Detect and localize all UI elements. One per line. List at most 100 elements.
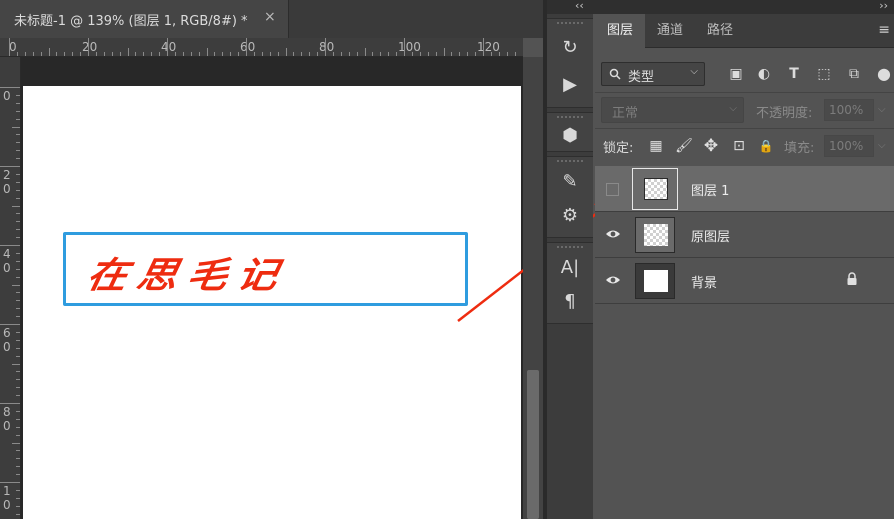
document-page[interactable]: 在思毛记	[23, 86, 521, 519]
ruler-tick	[16, 410, 20, 412]
layer-row-background[interactable]: 背景	[595, 258, 894, 304]
ruler-tick	[16, 489, 20, 491]
ruler-tick	[16, 181, 20, 183]
grip-handle[interactable]	[557, 246, 583, 252]
expand-panels-icon[interactable]: ››	[879, 0, 888, 12]
ruler-label: 20	[3, 168, 11, 196]
fill-field[interactable]: 100%	[824, 135, 874, 157]
ruler-tick	[16, 450, 20, 452]
ruler-tick	[182, 52, 184, 56]
chevron-down-icon[interactable]: ⌵	[878, 140, 886, 151]
close-tab-icon[interactable]: ×	[264, 9, 276, 25]
smart-object-filter-icon[interactable]: ⧉	[843, 64, 865, 84]
panel-menu-icon[interactable]: ≡	[878, 22, 890, 38]
ruler-tick	[459, 52, 461, 56]
panel-icon-strip: ↻ ▶ ⬢ ✎ ⚙ A| ¶	[547, 14, 593, 519]
ruler-tick	[24, 52, 26, 56]
image-filter-icon[interactable]: ▣	[725, 64, 747, 84]
adjust-sliders-icon[interactable]: ⚙	[555, 201, 585, 229]
layer-filter-row: 类型 ⌵ ▣ ◐ T ⬚ ⧉ ●	[595, 48, 894, 90]
ruler-tick	[16, 229, 20, 231]
ruler-label: 10	[3, 484, 11, 512]
tab-paths[interactable]: 路径	[695, 14, 745, 48]
ruler-tick	[0, 245, 20, 246]
ruler-label: 120	[477, 40, 500, 54]
collapse-panels-icon[interactable]: ‹‹	[575, 0, 584, 12]
hidden-visibility-box	[606, 183, 619, 196]
lock-paint-icon[interactable]: 🖌	[673, 135, 695, 157]
horizontal-ruler[interactable]: 0 20 40 60 80 100 120	[0, 38, 523, 57]
filter-toggle-icon[interactable]: ●	[877, 64, 891, 84]
ruler-tick	[16, 458, 20, 460]
lock-all-icon[interactable]: 🔒	[755, 135, 777, 157]
ruler-tick	[40, 52, 42, 56]
divider	[595, 92, 894, 93]
ruler-tick	[261, 52, 263, 56]
ruler-tick	[56, 52, 58, 56]
ruler-tick	[16, 474, 20, 476]
ruler-tick	[238, 52, 240, 56]
type-filter-icon[interactable]: T	[783, 64, 805, 84]
ruler-tick	[16, 134, 20, 136]
tool-group: ⬢	[547, 112, 593, 152]
lock-transparent-icon[interactable]: ▦	[645, 135, 667, 157]
vertical-scrollbar[interactable]	[523, 57, 543, 519]
canvas-area[interactable]: 在思毛记	[21, 57, 523, 519]
layer-thumbnail[interactable]	[635, 263, 675, 299]
opacity-field[interactable]: 100%	[824, 99, 874, 121]
layer-name[interactable]: 图层 1	[691, 180, 729, 199]
layer-thumbnail[interactable]	[635, 171, 675, 207]
ruler-tick	[16, 118, 20, 120]
3d-cube-icon[interactable]: ⬢	[555, 121, 585, 149]
layer-name[interactable]: 背景	[691, 272, 717, 291]
ruler-tick	[16, 292, 20, 294]
ruler-tick	[467, 52, 469, 56]
ruler-tick	[317, 52, 319, 56]
tab-layers[interactable]: 图层	[595, 14, 645, 48]
ruler-tick	[16, 150, 20, 152]
ruler-tick	[119, 52, 121, 56]
ruler-tick	[277, 52, 279, 56]
paragraph-icon[interactable]: ¶	[555, 287, 585, 315]
grip-handle[interactable]	[557, 22, 583, 28]
history-icon[interactable]: ↻	[555, 33, 585, 61]
chevron-down-icon[interactable]: ⌵	[878, 104, 886, 115]
document-tab[interactable]: 未标题-1 @ 139% (图层 1, RGB/8#) * ×	[0, 0, 289, 38]
play-action-icon[interactable]: ▶	[555, 70, 585, 98]
tab-channels[interactable]: 通道	[645, 14, 695, 48]
ruler-tick	[356, 52, 358, 56]
grip-handle[interactable]	[557, 160, 583, 166]
layer-row-layer1[interactable]: 图层 1	[595, 166, 894, 212]
ruler-tick	[325, 38, 326, 56]
selected-layer-bounds[interactable]: 在思毛记	[63, 232, 468, 306]
layer-name[interactable]: 原图层	[691, 226, 730, 245]
chevron-down-icon: ⌵	[690, 66, 698, 77]
ruler-tick	[95, 52, 97, 56]
ruler-tick	[404, 38, 405, 56]
ruler-tick	[16, 331, 20, 333]
vertical-ruler[interactable]: 0 20 40 60 80 10	[0, 57, 21, 519]
lock-artboard-icon[interactable]: ⊡	[728, 135, 750, 157]
blend-mode-select[interactable]: 正常 ⌵	[601, 97, 744, 123]
lock-label: 锁定:	[603, 141, 634, 156]
character-icon[interactable]: A|	[555, 253, 585, 281]
filter-type-select[interactable]: 类型 ⌵	[601, 62, 705, 86]
lock-icon[interactable]	[846, 272, 858, 286]
layer-row-original[interactable]: 原图层	[595, 212, 894, 258]
visibility-toggle[interactable]	[595, 212, 631, 258]
brush-presets-icon[interactable]: ✎	[555, 167, 585, 195]
scrollbar-thumb[interactable]	[527, 370, 539, 519]
adjustment-filter-icon[interactable]: ◐	[753, 64, 775, 84]
visibility-toggle[interactable]	[595, 258, 631, 304]
lock-position-icon[interactable]: ✥	[700, 135, 722, 157]
ruler-tick	[364, 48, 366, 56]
ruler-tick	[16, 237, 20, 239]
layer-thumbnail[interactable]	[635, 217, 675, 253]
search-icon	[609, 68, 621, 80]
shape-filter-icon[interactable]: ⬚	[813, 64, 835, 84]
ruler-label: 0	[9, 40, 17, 54]
visibility-toggle[interactable]	[595, 166, 631, 212]
ruler-tick	[506, 52, 508, 56]
ruler-label: 60	[3, 326, 11, 354]
ruler-label: 100	[398, 40, 421, 54]
